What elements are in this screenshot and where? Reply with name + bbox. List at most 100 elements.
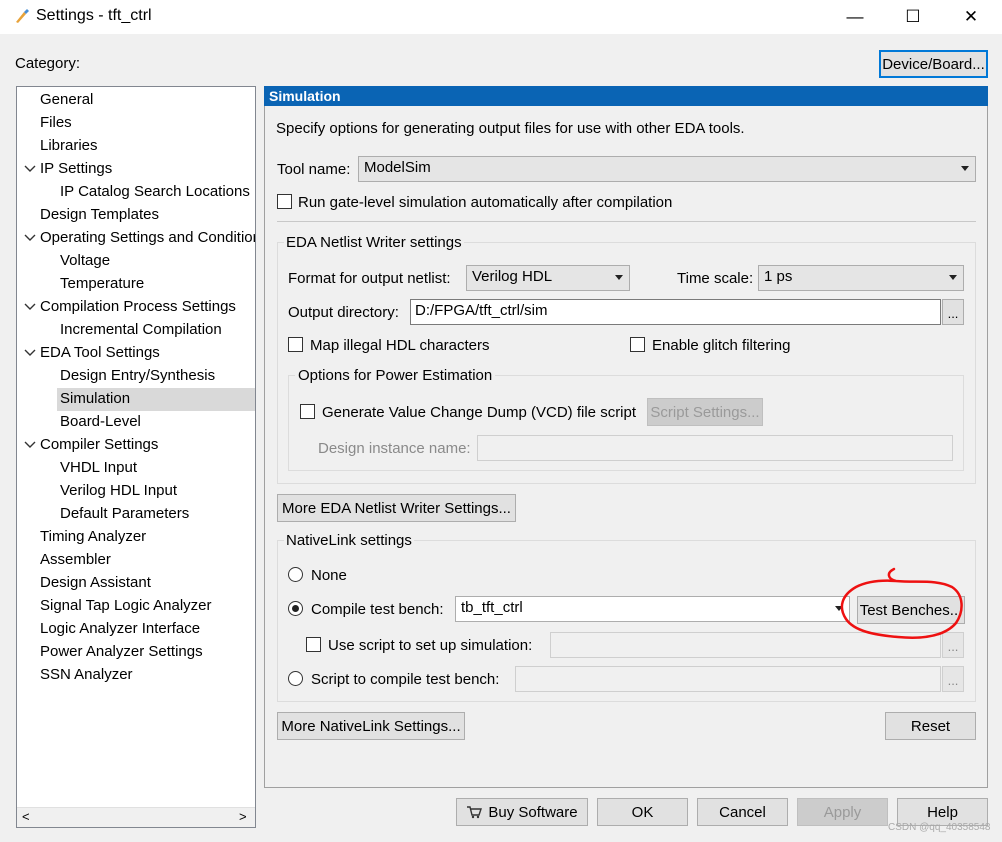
tree-item[interactable]: Files bbox=[40, 112, 72, 135]
compile-test-bench-radio[interactable] bbox=[288, 601, 303, 616]
tree-item-label: Incremental Compilation bbox=[60, 321, 222, 338]
tree-item-label: Operating Settings and Conditions bbox=[40, 229, 256, 246]
map-illegal-label: Map illegal HDL characters bbox=[310, 337, 490, 354]
format-label: Format for output netlist: bbox=[288, 270, 451, 287]
minimize-icon: — bbox=[846, 7, 864, 26]
tree-item-label: Compiler Settings bbox=[40, 436, 159, 453]
tree-item[interactable]: IP Catalog Search Locations bbox=[60, 181, 250, 204]
separator bbox=[277, 221, 976, 222]
glitch-checkbox[interactable] bbox=[630, 337, 645, 352]
tree-item[interactable]: Libraries bbox=[40, 135, 98, 158]
use-script-label: Use script to set up simulation: bbox=[328, 637, 533, 654]
scroll-right-icon[interactable]: > bbox=[239, 809, 247, 824]
none-radio[interactable] bbox=[288, 567, 303, 582]
chevron-down-icon[interactable] bbox=[24, 439, 36, 451]
tree-item-label: Design Assistant bbox=[40, 574, 151, 591]
tree-item[interactable]: Simulation bbox=[57, 388, 255, 411]
tree-item[interactable]: VHDL Input bbox=[60, 457, 137, 480]
tree-item[interactable]: IP Settings bbox=[24, 158, 112, 181]
format-select[interactable]: Verilog HDL bbox=[466, 265, 630, 291]
nativelink-group-title: NativeLink settings bbox=[284, 532, 414, 549]
script-compile-label: Script to compile test bench: bbox=[311, 671, 500, 688]
chevron-down-icon[interactable] bbox=[24, 301, 36, 313]
tree-item[interactable]: SSN Analyzer bbox=[40, 664, 133, 687]
tree-item[interactable]: Logic Analyzer Interface bbox=[40, 618, 200, 641]
script-compile-radio[interactable] bbox=[288, 671, 303, 686]
tree-item-label: Libraries bbox=[40, 137, 98, 154]
tree-item-label: Default Parameters bbox=[60, 505, 190, 522]
more-nativelink-settings-button[interactable]: More NativeLink Settings... bbox=[277, 712, 465, 740]
cancel-button[interactable]: Cancel bbox=[697, 798, 788, 826]
reset-button[interactable]: Reset bbox=[885, 712, 976, 740]
glitch-label: Enable glitch filtering bbox=[652, 337, 791, 354]
tree-item[interactable]: Design Entry/Synthesis bbox=[60, 365, 215, 388]
time-scale-select[interactable]: 1 ps bbox=[758, 265, 964, 291]
category-tree[interactable]: General Files Libraries IP Settings IP Catal… bbox=[16, 86, 256, 828]
chevron-down-icon bbox=[949, 275, 957, 280]
tree-item[interactable]: EDA Tool Settings bbox=[24, 342, 160, 365]
tree-item-label: Design Entry/Synthesis bbox=[60, 367, 216, 384]
tree-item-label: Voltage bbox=[60, 252, 111, 269]
tree-item[interactable]: Temperature bbox=[60, 273, 144, 296]
horizontal-scrollbar[interactable]: < > bbox=[17, 807, 255, 827]
tree-item-label: Compilation Process Settings bbox=[40, 298, 236, 315]
maximize-button[interactable]: ☐ bbox=[884, 0, 942, 34]
tree-item[interactable]: Compiler Settings bbox=[24, 434, 159, 457]
category-label: Category: bbox=[15, 55, 81, 72]
watermark: CSDN @qq_40358548 bbox=[888, 822, 991, 833]
compile-test-bench-select[interactable]: tb_tft_ctrl bbox=[455, 596, 850, 622]
run-gate-level-checkbox[interactable] bbox=[277, 194, 292, 209]
tree-item[interactable]: Verilog HDL Input bbox=[60, 480, 177, 503]
tool-name-select[interactable]: ModelSim bbox=[358, 156, 976, 182]
tree-item[interactable]: Power Analyzer Settings bbox=[40, 641, 203, 664]
compile-test-bench-value: tb_tft_ctrl bbox=[461, 599, 523, 616]
vcd-checkbox[interactable] bbox=[300, 404, 315, 419]
tree-item-label: VHDL Input bbox=[60, 459, 137, 476]
buy-software-label: Buy Software bbox=[488, 803, 578, 821]
scroll-left-icon[interactable]: < bbox=[22, 809, 30, 824]
tree-item[interactable]: Design Templates bbox=[40, 204, 159, 227]
design-instance-field[interactable] bbox=[477, 435, 953, 461]
tree-item[interactable]: Incremental Compilation bbox=[60, 319, 222, 342]
tree-item-label: Board-Level bbox=[60, 413, 141, 430]
use-script-checkbox[interactable] bbox=[306, 637, 321, 652]
apply-button[interactable]: Apply bbox=[797, 798, 888, 826]
tree-item[interactable]: Timing Analyzer bbox=[40, 526, 146, 549]
panel-description: Specify options for generating output fi… bbox=[276, 120, 745, 137]
chevron-down-icon[interactable] bbox=[24, 232, 36, 244]
buy-software-button[interactable]: Buy Software bbox=[456, 798, 588, 826]
tree-item[interactable]: Voltage bbox=[60, 250, 110, 273]
tree-item[interactable]: General bbox=[40, 89, 93, 112]
compile-test-bench-label: Compile test bench: bbox=[311, 601, 444, 618]
tree-item[interactable]: Board-Level bbox=[60, 411, 141, 434]
script-settings-button[interactable]: Script Settings... bbox=[647, 398, 763, 426]
device-board-button[interactable]: Device/Board... bbox=[879, 50, 988, 78]
ok-button[interactable]: OK bbox=[597, 798, 688, 826]
tree-item[interactable]: Operating Settings and Conditions bbox=[24, 227, 256, 250]
output-dir-label: Output directory: bbox=[288, 304, 399, 321]
tree-item-label: Files bbox=[40, 114, 72, 131]
output-dir-field[interactable]: D:/FPGA/tft_ctrl/sim bbox=[410, 299, 941, 325]
chevron-down-icon[interactable] bbox=[24, 163, 36, 175]
tree-item-label: Timing Analyzer bbox=[40, 528, 147, 545]
tree-item[interactable]: Design Assistant bbox=[40, 572, 151, 595]
script-compile-browse-button[interactable]: ... bbox=[942, 666, 964, 692]
tree-item[interactable]: Assembler bbox=[40, 549, 111, 572]
more-eda-settings-button[interactable]: More EDA Netlist Writer Settings... bbox=[277, 494, 516, 522]
output-dir-browse-button[interactable]: ... bbox=[942, 299, 964, 325]
tree-item-label: Simulation bbox=[60, 390, 131, 407]
tree-item-label: SSN Analyzer bbox=[40, 666, 133, 683]
tree-item[interactable]: Default Parameters bbox=[60, 503, 189, 526]
minimize-button[interactable]: — bbox=[826, 0, 884, 34]
tree-item[interactable]: Signal Tap Logic Analyzer bbox=[40, 595, 212, 618]
vcd-label: Generate Value Change Dump (VCD) file sc… bbox=[322, 404, 637, 421]
cart-icon bbox=[467, 806, 483, 819]
tree-item[interactable]: Compilation Process Settings bbox=[24, 296, 236, 319]
map-illegal-checkbox[interactable] bbox=[288, 337, 303, 352]
script-compile-field[interactable] bbox=[515, 666, 941, 692]
chevron-down-icon[interactable] bbox=[24, 347, 36, 359]
tree-item-label: Power Analyzer Settings bbox=[40, 643, 203, 660]
window-title: Settings - tft_ctrl bbox=[36, 7, 152, 24]
close-button[interactable]: ✕ bbox=[942, 0, 1000, 34]
tree-item-label: Design Templates bbox=[40, 206, 159, 223]
